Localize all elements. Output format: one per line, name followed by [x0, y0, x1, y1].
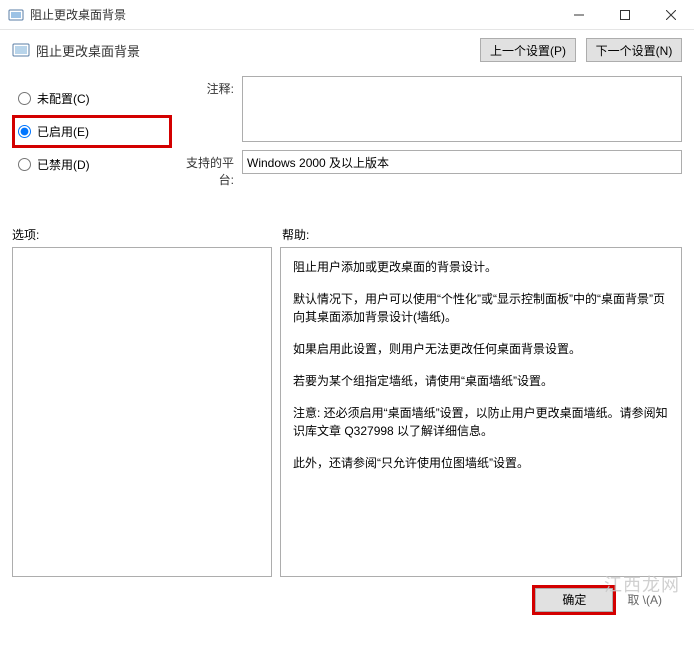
- panels-row: 阻止用户添加或更改桌面的背景设计。 默认情况下，用户可以使用“个性化”或“显示控…: [12, 247, 682, 577]
- window-controls: [556, 0, 694, 29]
- options-label: 选项:: [12, 226, 272, 243]
- window-title: 阻止更改桌面背景: [30, 6, 556, 23]
- form-column: 注释: 支持的平台:: [172, 76, 682, 196]
- previous-setting-button[interactable]: 上一个设置(P): [480, 38, 576, 62]
- radio-disabled-input[interactable]: [18, 158, 31, 171]
- comment-textarea[interactable]: [242, 76, 682, 142]
- app-icon: [8, 7, 24, 23]
- radio-enabled[interactable]: 已启用(E): [12, 115, 172, 148]
- platform-row: 支持的平台:: [172, 150, 682, 188]
- options-panel: [12, 247, 272, 577]
- help-label: 帮助:: [272, 226, 309, 243]
- maximize-button[interactable]: [602, 0, 648, 30]
- radio-not-configured-input[interactable]: [18, 92, 31, 105]
- state-radio-group: 未配置(C) 已启用(E) 已禁用(D): [12, 76, 172, 196]
- radio-disabled-label: 已禁用(D): [37, 156, 90, 173]
- page-title: 阻止更改桌面背景: [36, 41, 480, 60]
- comment-label: 注释:: [172, 76, 242, 142]
- radio-disabled[interactable]: 已禁用(D): [12, 148, 172, 181]
- help-panel[interactable]: 阻止用户添加或更改桌面的背景设计。 默认情况下，用户可以使用“个性化”或“显示控…: [280, 247, 682, 577]
- policy-icon: [12, 41, 30, 59]
- cancel-button-partial[interactable]: 取 \(A): [621, 587, 668, 612]
- dialog-footer: 确定 取 \(A): [12, 577, 682, 612]
- close-button[interactable]: [648, 0, 694, 30]
- next-setting-button[interactable]: 下一个设置(N): [586, 38, 682, 62]
- minimize-button[interactable]: [556, 0, 602, 30]
- help-paragraph: 默认情况下，用户可以使用“个性化”或“显示控制面板”中的“桌面背景”页向其桌面添…: [293, 290, 669, 326]
- radio-enabled-label: 已启用(E): [37, 123, 89, 140]
- help-paragraph: 此外，还请参阅“只允许使用位图墙纸”设置。: [293, 454, 669, 472]
- radio-enabled-input[interactable]: [18, 125, 31, 138]
- ok-button[interactable]: 确定: [535, 588, 613, 612]
- titlebar: 阻止更改桌面背景: [0, 0, 694, 30]
- comment-row: 注释:: [172, 76, 682, 142]
- help-paragraph: 如果启用此设置，则用户无法更改任何桌面背景设置。: [293, 340, 669, 358]
- platform-label: 支持的平台:: [172, 150, 242, 188]
- config-area: 未配置(C) 已启用(E) 已禁用(D) 注释: 支持的平台:: [12, 76, 682, 196]
- radio-not-configured[interactable]: 未配置(C): [12, 82, 172, 115]
- help-paragraph: 注意: 还必须启用“桌面墙纸”设置，以防止用户更改桌面墙纸。请参阅知识库文章 Q…: [293, 404, 669, 440]
- section-labels: 选项: 帮助:: [12, 226, 682, 243]
- platform-field: [242, 150, 682, 174]
- header-row: 阻止更改桌面背景 上一个设置(P) 下一个设置(N): [12, 38, 682, 62]
- content-area: 阻止更改桌面背景 上一个设置(P) 下一个设置(N) 未配置(C) 已启用(E)…: [0, 30, 694, 620]
- nav-buttons: 上一个设置(P) 下一个设置(N): [480, 38, 682, 62]
- radio-not-configured-label: 未配置(C): [37, 90, 90, 107]
- help-paragraph: 阻止用户添加或更改桌面的背景设计。: [293, 258, 669, 276]
- help-paragraph: 若要为某个组指定墙纸，请使用“桌面墙纸”设置。: [293, 372, 669, 390]
